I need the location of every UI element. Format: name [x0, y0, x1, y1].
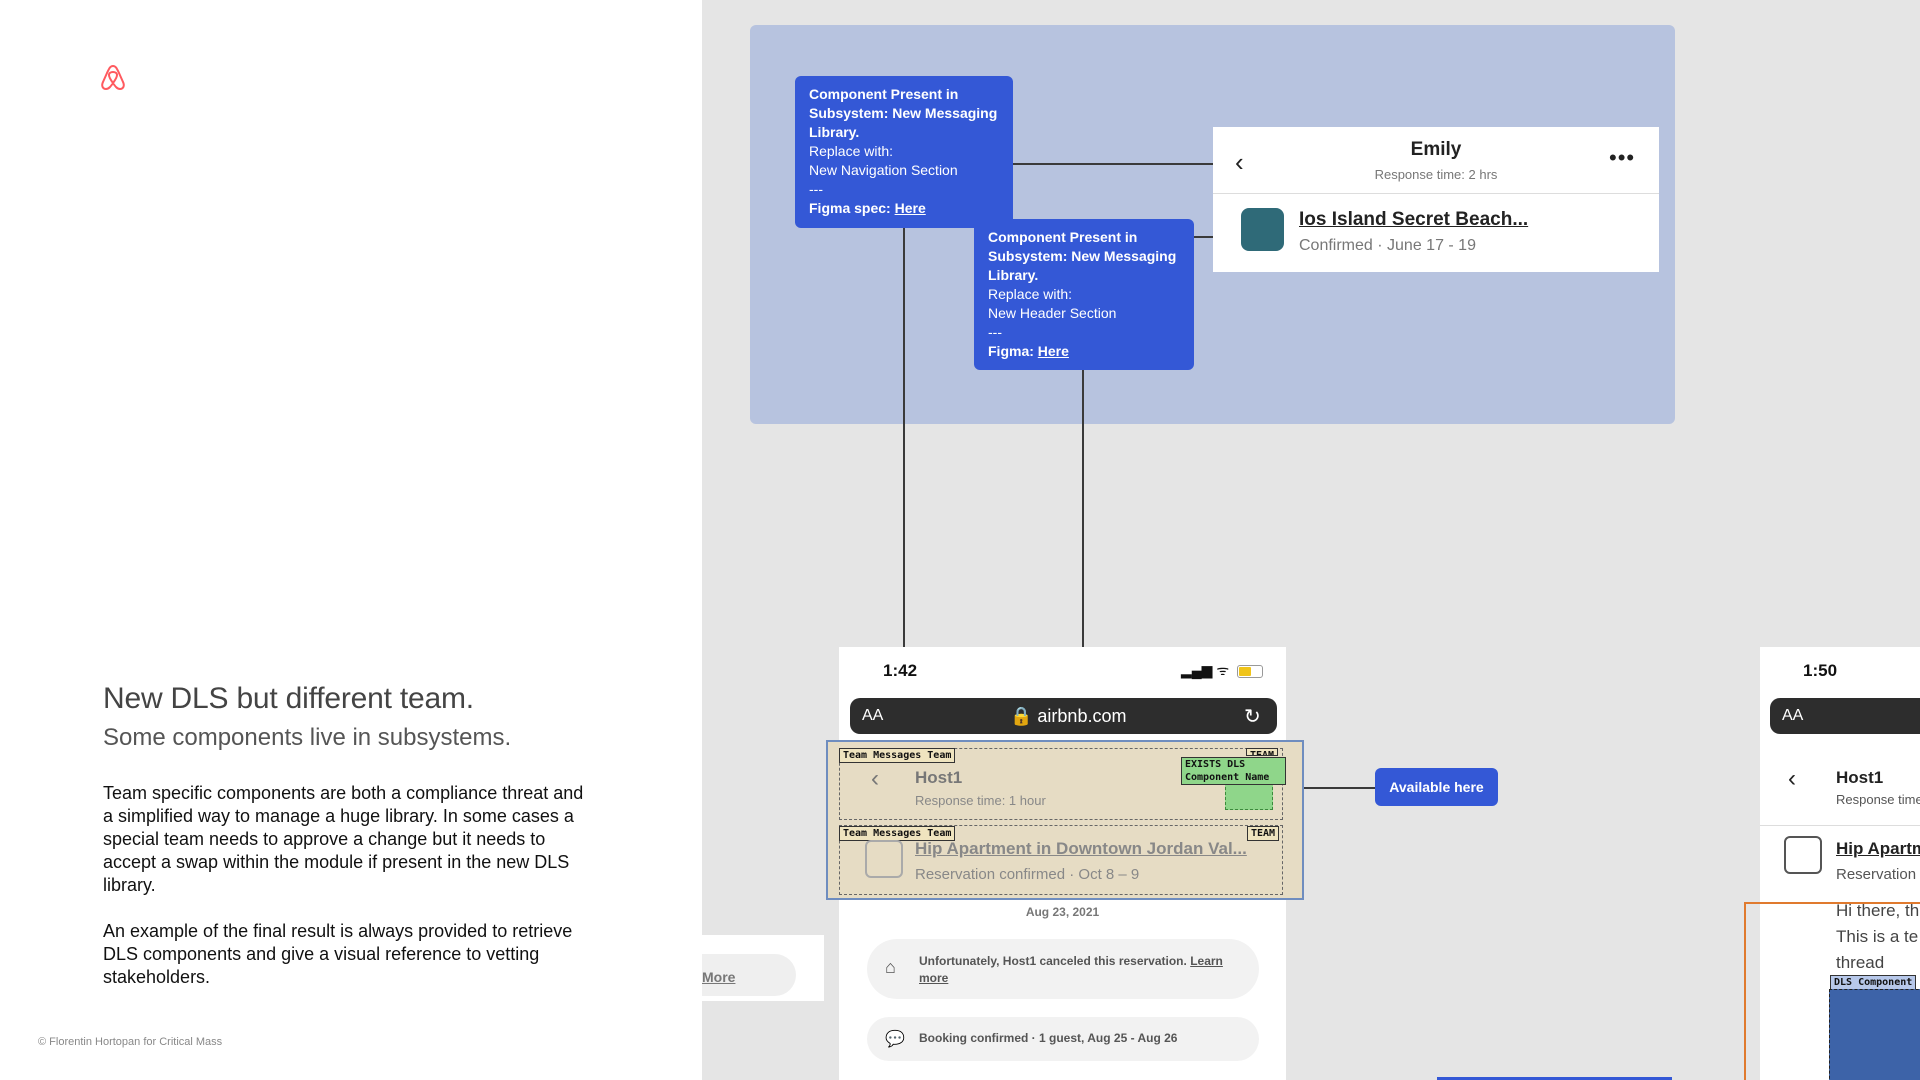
listing-status: Reservation confirmed · Oct 8 – 9 [915, 866, 1140, 883]
annotation-note-header: Component Present in Subsystem: New Mess… [974, 219, 1194, 370]
note-spec-label: Figma spec: [809, 200, 891, 216]
listing-title-link[interactable]: Ios Island Secret Beach... [1299, 209, 1528, 231]
status-bar-time: 1:42 [883, 661, 918, 680]
reload-icon[interactable]: ↻ [1244, 704, 1261, 729]
map-thumbnail [1829, 989, 1920, 1080]
note-separator: --- [809, 181, 823, 197]
signal-wifi-icon: ▂▄▆ ᯤ [1181, 662, 1230, 678]
phone-screen-final: 1:50 AA ‹ Host1 Response time Hip Apartm… [1744, 647, 1920, 1080]
more-card: More [702, 935, 824, 1001]
browser-url-bar[interactable]: AA [1770, 698, 1920, 734]
more-link[interactable]: More [702, 969, 735, 985]
back-chevron-icon[interactable]: ‹ [871, 765, 879, 793]
phone-screen-current: 1:42 ▂▄▆ ᯤ AA 🔒 airbnb.com ↻ Team Messag… [826, 647, 1304, 1080]
note-replace-value: New Header Section [988, 305, 1117, 321]
message-text: Hi there, th This is a te thread [1836, 898, 1919, 976]
listing-status: Confirmed · June 17 - 19 [1299, 237, 1476, 254]
status-bar-time: 1:50 [1803, 661, 1838, 680]
listing-thumbnail [1241, 208, 1284, 251]
host-response-time: Response time [1836, 792, 1920, 807]
thread-date: Aug 23, 2021 [1025, 905, 1100, 919]
battery-level [1239, 667, 1251, 676]
team-tag: Team Messages Team [839, 748, 956, 763]
cancel-message: Unfortunately, Host1 canceled this reser… [919, 954, 1187, 968]
host-name: Host1 [915, 768, 963, 787]
note-separator: --- [988, 324, 1002, 340]
browser-url-bar[interactable]: AA 🔒 airbnb.com ↻ [850, 698, 1277, 734]
note-title: Component Present in Subsystem: New Mess… [809, 86, 998, 140]
text-size-button[interactable]: AA [862, 707, 883, 725]
description-paragraph-1: Team specific components are both a comp… [103, 783, 584, 895]
figma-spec-link[interactable]: Here [895, 200, 926, 216]
listing-thumbnail [1784, 836, 1822, 874]
message-line-1: Hi there, th [1836, 901, 1920, 920]
left-panel: New DLS but different team. Some compone… [0, 0, 702, 1080]
listing-title-link[interactable]: Hip Apartm [1836, 839, 1920, 859]
airbnb-logo-icon [101, 64, 125, 91]
connector-line-4 [1194, 236, 1214, 238]
message-line-2: This is a te [1836, 927, 1919, 946]
page-subtitle: Some components live in subsystems. [103, 724, 512, 751]
note-title: Component Present in Subsystem: New Mess… [988, 229, 1177, 283]
note-replace-label: Replace with: [809, 143, 894, 159]
system-message-booking: 💬 Booking confirmed · 1 guest, Aug 25 - … [867, 1017, 1259, 1061]
chat-bubble-icon: 💬 [885, 1031, 905, 1048]
url-text[interactable]: 🔒 airbnb.com [1010, 706, 1126, 727]
conversation-header: ‹ Emily Response time: 2 hrs ••• [1213, 127, 1659, 194]
host-response-time: Response time: 1 hour [915, 793, 1046, 808]
response-time: Response time: 2 hrs [1374, 167, 1498, 182]
description-paragraph-2: An example of the final result is always… [103, 921, 573, 987]
note-replace-label: Replace with: [988, 286, 1073, 302]
message-line-3: thread [1836, 953, 1885, 972]
dls-component-tag: EXISTS DLS Component Name [1181, 757, 1286, 785]
listing-thumbnail [865, 840, 903, 878]
text-size-button[interactable]: AA [1782, 707, 1803, 725]
page-title: New DLS but different team. [103, 682, 474, 715]
divider [1760, 825, 1920, 826]
more-options-icon[interactable]: ••• [1609, 145, 1635, 171]
note-replace-value: New Navigation Section [809, 162, 958, 178]
figma-link[interactable]: Here [1038, 343, 1069, 359]
team-corner-tag: TEAM [1246, 748, 1279, 756]
listing-status: Reservation [1836, 866, 1917, 883]
connector-line-3 [1013, 163, 1213, 165]
listing-title-link[interactable]: Hip Apartment in Downtown Jordan Val... [915, 839, 1247, 859]
available-here-button[interactable]: Available here [1375, 768, 1498, 806]
system-message-cancel: ⌂ Unfortunately, Host1 canceled this res… [867, 939, 1259, 999]
annotation-note-navigation: Component Present in Subsystem: New Mess… [795, 76, 1013, 228]
system-message-text: Unfortunately, Host1 canceled this reser… [919, 953, 1239, 987]
host-name: Host1 [1836, 768, 1884, 787]
airbnb-logo-icon: ⌂ [885, 957, 896, 977]
dls-component-tag: DLS Component [1830, 975, 1917, 990]
team-corner-tag: TEAM [1247, 826, 1280, 841]
new-header-card: ‹ Emily Response time: 2 hrs ••• Ios Isl… [1213, 127, 1659, 272]
booking-message: Booking confirmed · 1 guest, Aug 25 - Au… [919, 1031, 1178, 1045]
battery-icon [1237, 665, 1263, 678]
back-chevron-icon[interactable]: ‹ [1788, 765, 1796, 793]
note-spec-label: Figma: [988, 343, 1034, 359]
design-canvas[interactable]: Component Present in Subsystem: New Mess… [702, 0, 1920, 1080]
copyright-text: © Florentin Hortopan for Critical Mass [38, 1036, 223, 1048]
contact-name: Emily [1410, 139, 1462, 160]
